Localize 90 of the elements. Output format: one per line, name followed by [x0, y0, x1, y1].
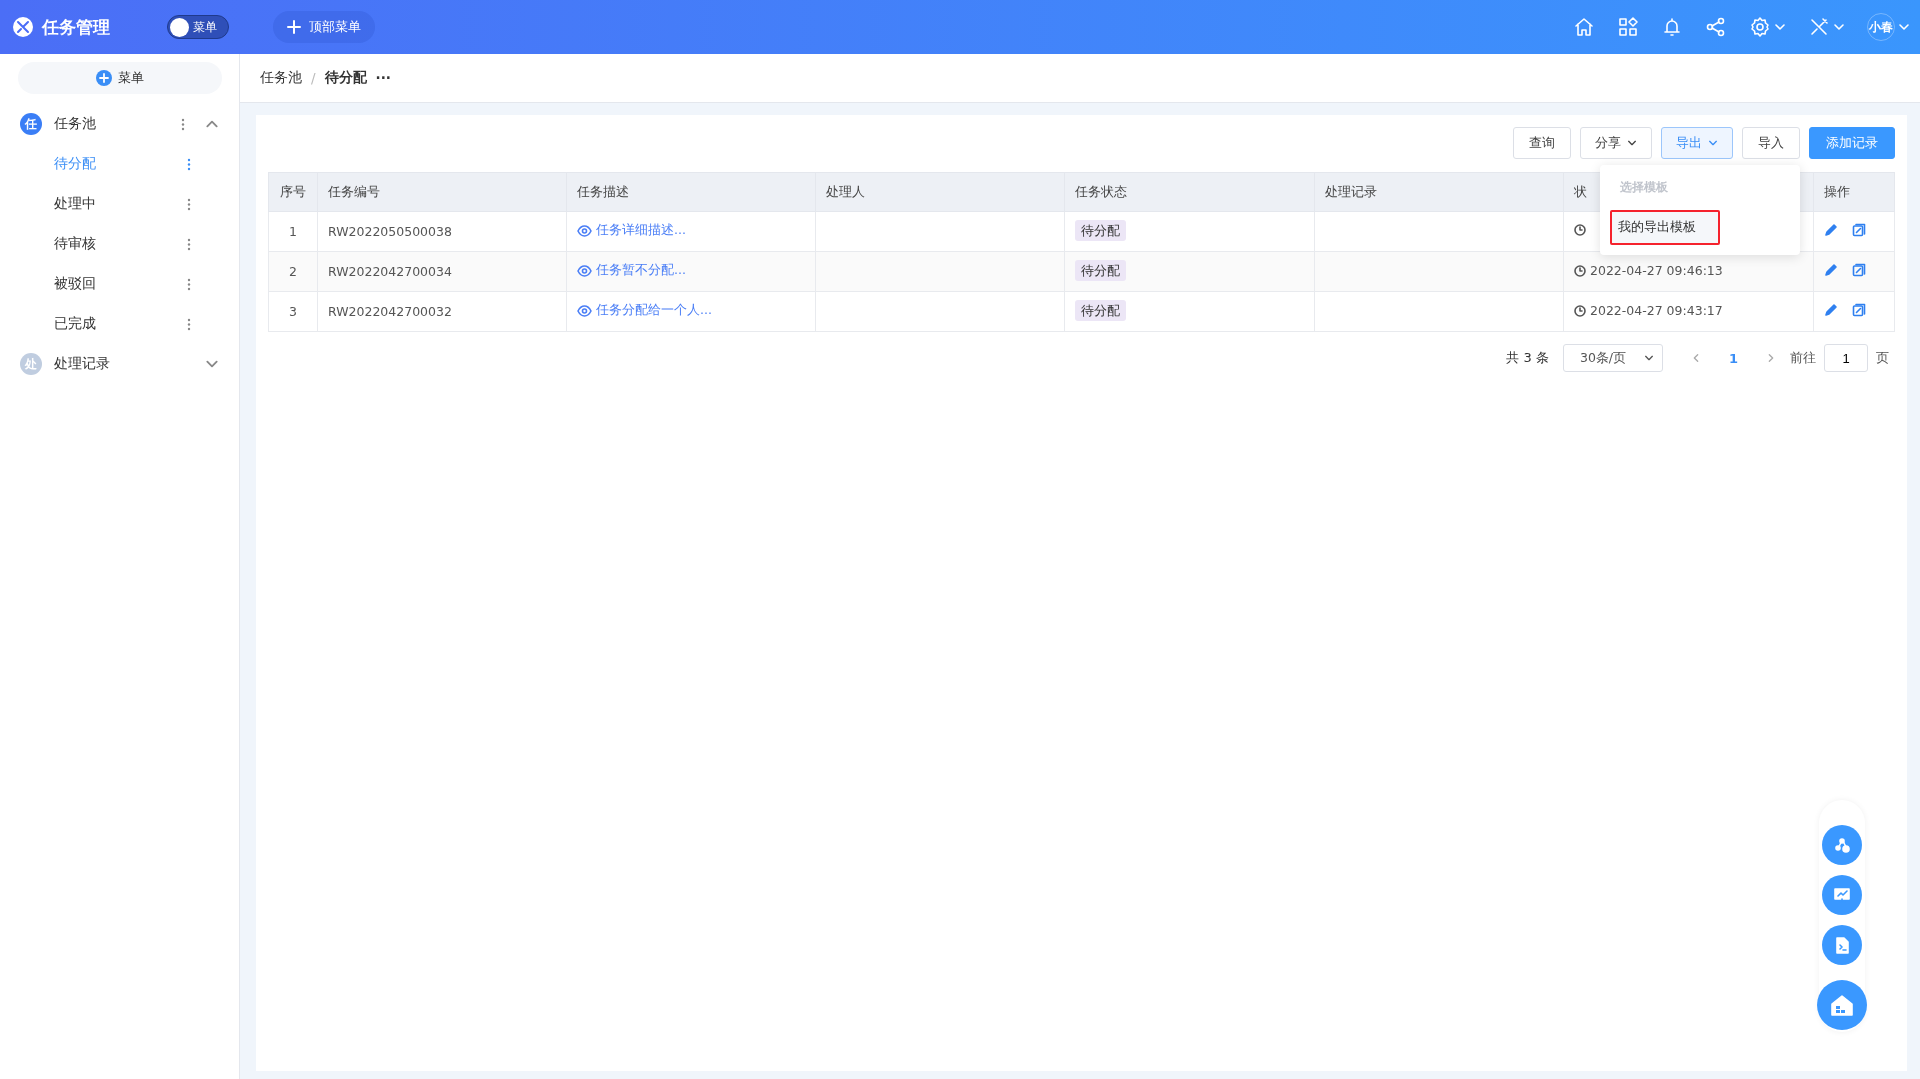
settings-icon: [1749, 16, 1771, 38]
column-header: 处理记录: [1314, 172, 1564, 212]
sidebar-subitem[interactable]: 待审核: [0, 224, 239, 264]
sidebar-item[interactable]: 处 处理记录: [0, 344, 239, 384]
clock-icon: [1574, 304, 1586, 317]
page-suffix: 页: [1876, 349, 1889, 367]
more-vertical-icon[interactable]: [187, 237, 191, 251]
sidebar-subitem[interactable]: 处理中: [0, 184, 239, 224]
column-header: 任务状态: [1064, 172, 1315, 212]
tools-button[interactable]: [1808, 16, 1845, 38]
sidebar-item[interactable]: 任 任务池: [0, 104, 239, 144]
chevron-right-icon[interactable]: [1766, 353, 1776, 363]
quick-access-button[interactable]: [1822, 875, 1862, 915]
table-cell: 2: [268, 251, 318, 292]
menu-toggle[interactable]: 菜单: [167, 15, 229, 39]
column-header: 序号: [268, 172, 318, 212]
share-icon: [1705, 16, 1727, 38]
more-button[interactable]: ···: [375, 70, 391, 86]
bell-icon: [1661, 16, 1683, 38]
chevron-down-icon: [1627, 138, 1637, 148]
bell-button[interactable]: [1661, 16, 1683, 38]
toolbar-button[interactable]: 查询: [1513, 127, 1571, 159]
plus-circle-icon: [96, 70, 112, 86]
menu-badge: 处: [20, 353, 42, 375]
status-tag: 待分配: [1075, 300, 1126, 321]
eye-icon: [577, 223, 592, 238]
clock-icon: [1574, 224, 1586, 236]
timestamp: 2022-04-27 09:43:17: [1590, 303, 1723, 319]
breadcrumb-separator: /: [311, 70, 316, 86]
status-tag: 待分配: [1075, 260, 1126, 281]
table-cell: 3: [268, 291, 318, 332]
chevron-down-icon: [1833, 21, 1845, 33]
tools-icon: [1808, 16, 1830, 38]
share-button[interactable]: [1705, 16, 1727, 38]
quick-access-button[interactable]: [1822, 925, 1862, 965]
menu-badge: 任: [20, 113, 42, 135]
copy-icon[interactable]: [1852, 263, 1866, 277]
more-vertical-icon[interactable]: [181, 117, 185, 131]
home-button[interactable]: [1573, 16, 1595, 38]
menu-item[interactable]: 我的导出模板: [1610, 210, 1720, 245]
breadcrumb-item[interactable]: 任务池: [260, 69, 302, 87]
description-link[interactable]: 任务暂不分配...: [577, 262, 686, 280]
more-vertical-icon[interactable]: [187, 157, 191, 171]
table-cell: RW2022042700034: [317, 251, 567, 292]
dropdown-button[interactable]: 分享: [1580, 127, 1652, 159]
plus-icon: [287, 20, 301, 34]
description-link[interactable]: 任务详细描述...: [577, 222, 686, 240]
page-input[interactable]: 1: [1824, 344, 1868, 372]
eye-icon: [577, 263, 592, 278]
table-cell: RW2022042700032: [317, 291, 567, 332]
apps-button[interactable]: [1617, 16, 1639, 38]
copy-icon[interactable]: [1852, 303, 1866, 317]
column-header: 操作: [1813, 172, 1895, 212]
chevron-down-icon: [1708, 138, 1718, 148]
column-header: 任务编号: [317, 172, 567, 212]
breadcrumb-item: 待分配: [324, 69, 367, 87]
more-vertical-icon[interactable]: [187, 317, 191, 331]
chevron-down-icon: [1643, 353, 1654, 363]
more-vertical-icon[interactable]: [187, 197, 191, 211]
column-header: 任务描述: [566, 172, 816, 212]
copy-icon[interactable]: [1852, 223, 1866, 237]
tools-logo-icon: [12, 16, 34, 38]
chevron-down-icon: [1774, 21, 1786, 33]
total-count: 共 3 条: [1506, 349, 1549, 367]
menu-header: 选择模板: [1619, 179, 1669, 196]
settings-button[interactable]: [1749, 16, 1786, 38]
chevron-down-icon: [1898, 21, 1910, 33]
more-vertical-icon[interactable]: [187, 277, 191, 291]
status-tag: 待分配: [1075, 220, 1126, 241]
goto-label: 前往: [1790, 349, 1816, 367]
home-icon: [1573, 16, 1595, 38]
pencil-icon[interactable]: [1824, 263, 1838, 277]
pencil-icon[interactable]: [1824, 303, 1838, 317]
column-header: 处理人: [815, 172, 1065, 212]
app-title: 任务管理: [42, 15, 110, 39]
table-cell: 1: [268, 211, 318, 252]
timestamp: 2022-04-27 09:46:13: [1590, 263, 1723, 279]
toolbar-button[interactable]: 导入: [1742, 127, 1800, 159]
sidebar-subitem[interactable]: 已完成: [0, 304, 239, 344]
page-size-select[interactable]: 30条/页: [1562, 344, 1663, 372]
clock-icon: [1574, 264, 1586, 277]
top-menu-button[interactable]: 顶部菜单: [273, 11, 375, 43]
quick-access-button[interactable]: [1822, 825, 1862, 865]
add-menu-button[interactable]: 菜单: [18, 62, 222, 94]
sidebar-subitem[interactable]: 被驳回: [0, 264, 239, 304]
pencil-icon[interactable]: [1824, 223, 1838, 237]
apps-icon: [1617, 16, 1639, 38]
table-cell: RW2022050500038: [317, 211, 567, 252]
home-float-button[interactable]: [1817, 980, 1867, 1030]
eye-icon: [577, 303, 592, 318]
